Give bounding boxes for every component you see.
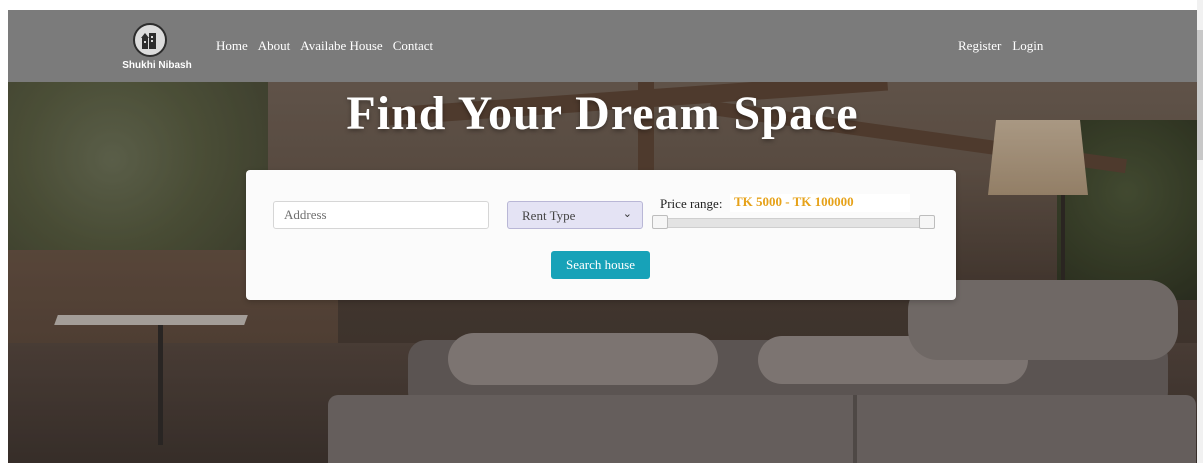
hero-title: Find Your Dream Space xyxy=(346,87,859,140)
nav-link-available-house[interactable]: Availabe House xyxy=(300,38,382,54)
nav-link-contact[interactable]: Contact xyxy=(393,38,433,54)
page-frame: Shukhi Nibash Home About Availabe House … xyxy=(8,10,1197,463)
house-logo-icon xyxy=(133,23,167,57)
chevron-down-icon: ⌄ xyxy=(622,208,632,220)
price-range-label: Price range: xyxy=(660,196,723,211)
brand-logo[interactable]: Shukhi Nibash xyxy=(116,16,196,76)
main-nav: Home About Availabe House Contact xyxy=(216,38,433,54)
navbar: Shukhi Nibash Home About Availabe House … xyxy=(8,10,1197,82)
rent-type-select[interactable]: Rent Type ⌄ xyxy=(507,201,643,229)
price-range-slider[interactable] xyxy=(652,215,935,229)
slider-handle-min[interactable] xyxy=(652,215,668,229)
nav-link-about[interactable]: About xyxy=(258,38,291,54)
slider-track xyxy=(658,218,932,228)
scrollbar-thumb[interactable] xyxy=(1197,30,1203,160)
price-range-value: TK 5000 - TK 100000 xyxy=(730,194,910,212)
auth-nav: Register Login xyxy=(958,38,1043,54)
address-input[interactable] xyxy=(273,201,489,229)
search-card: Rent Type ⌄ Price range: TK 5000 - TK 10… xyxy=(246,170,956,300)
page-scrollbar[interactable] xyxy=(1197,0,1203,463)
brand-name: Shukhi Nibash xyxy=(122,60,192,71)
login-link[interactable]: Login xyxy=(1012,38,1043,54)
register-link[interactable]: Register xyxy=(958,38,1001,54)
search-house-button[interactable]: Search house xyxy=(551,251,650,279)
slider-handle-max[interactable] xyxy=(919,215,935,229)
rent-type-selected-value: Rent Type xyxy=(522,208,576,223)
nav-link-home[interactable]: Home xyxy=(216,38,248,54)
